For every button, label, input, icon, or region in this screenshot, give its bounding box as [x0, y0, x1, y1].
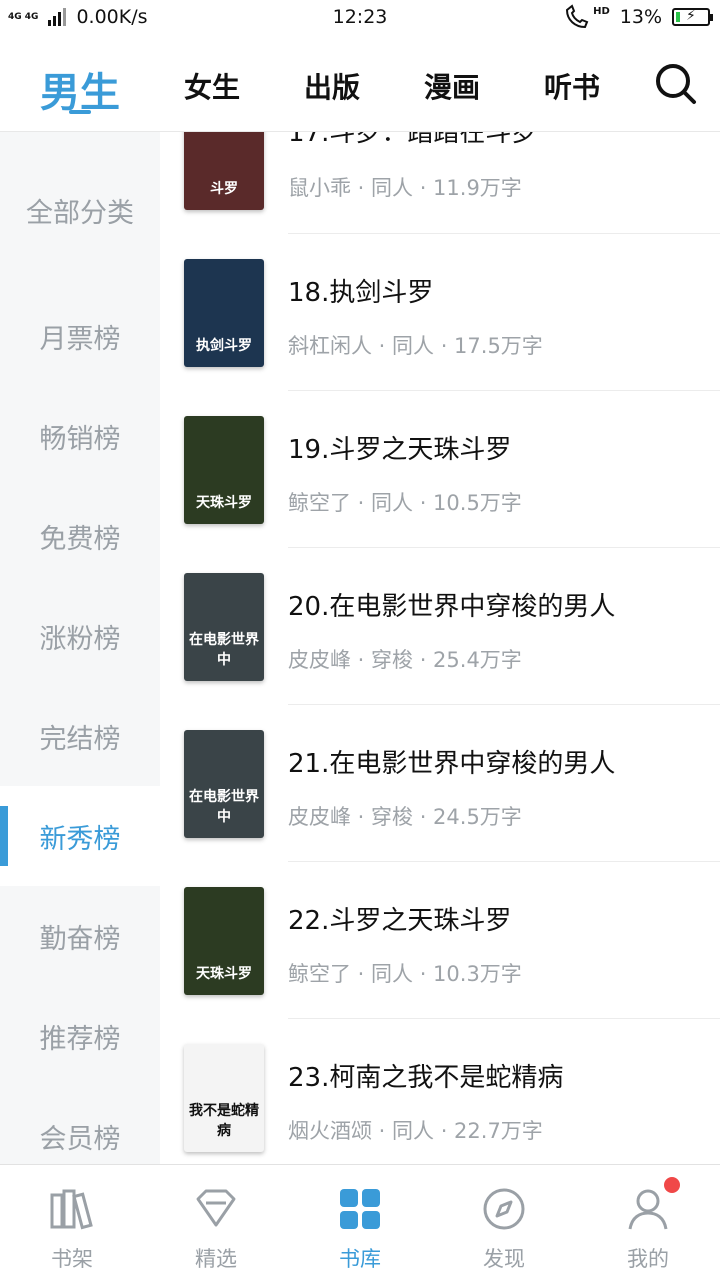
book-meta: 鼠小乖 · 同人 · 11.9万字 [288, 176, 522, 200]
nav-discover[interactable]: 发现 [432, 1165, 576, 1280]
status-bar: 4G 4G 0.00K/s 12:23 HD 13% ⚡ [0, 0, 720, 36]
book-cover: 在电影世界中 [184, 573, 264, 681]
sidebar-item-all-categories[interactable]: 全部分类 [0, 160, 160, 260]
book-title: 22.斗罗之天珠斗罗 [288, 906, 512, 936]
book-cover: 斗罗 [184, 132, 264, 210]
book-title: 20.在电影世界中穿梭的男人 [288, 592, 616, 622]
book-title: 23.柯南之我不是蛇精病 [288, 1063, 564, 1093]
cover-text: 斗罗 [210, 181, 238, 197]
tab-comics[interactable]: 漫画 [424, 66, 480, 106]
grid-icon [340, 1189, 380, 1229]
cover-text: 在电影世界中 [189, 632, 259, 668]
user-icon [628, 1189, 668, 1230]
cover-text: 天珠斗罗 [196, 495, 252, 511]
nav-label: 书库 [339, 1247, 381, 1271]
nav-bookshelf[interactable]: 书架 [0, 1165, 144, 1280]
sidebar-item-fans-growth[interactable]: 涨粉榜 [0, 586, 160, 686]
tab-publish[interactable]: 出版 [304, 66, 360, 106]
active-tab-indicator [69, 110, 91, 114]
sidebar-item-bestseller[interactable]: 畅销榜 [0, 386, 160, 486]
cover-text: 在电影世界中 [189, 789, 259, 825]
ranking-sidebar: 全部分类 月票榜 畅销榜 免费榜 涨粉榜 完结榜 新秀榜 勤奋榜 推荐榜 会员榜 [0, 132, 160, 1164]
top-tab-bar: 男生 女生 出版 漫画 听书 [0, 36, 720, 132]
book-row[interactable]: 执剑斗罗 18.执剑斗罗 斜杠闲人 · 同人 · 17.5万字 [160, 234, 720, 391]
bottom-nav: 书架 精选 书库 发现 我的 [0, 1164, 720, 1280]
book-row[interactable]: 我不是蛇精病 23.柯南之我不是蛇精病 烟火酒颂 · 同人 · 22.7万字 [160, 1019, 720, 1164]
search-icon[interactable] [654, 62, 698, 106]
nav-profile[interactable]: 我的 [576, 1165, 720, 1280]
bookshelf-icon [50, 1189, 93, 1230]
sidebar-item-completed[interactable]: 完结榜 [0, 686, 160, 786]
battery-icon: ⚡ [672, 8, 713, 26]
book-row[interactable]: 在电影世界中 21.在电影世界中穿梭的男人 皮皮峰 · 穿梭 · 24.5万字 [160, 705, 720, 862]
book-meta: 斜杠闲人 · 同人 · 17.5万字 [288, 334, 543, 358]
book-title: 21.在电影世界中穿梭的男人 [288, 749, 616, 779]
book-cover: 天珠斗罗 [184, 887, 264, 995]
book-title: 17.斗罗：踏踏在斗罗 [288, 132, 538, 148]
cover-text: 执剑斗罗 [196, 338, 252, 354]
book-meta: 烟火酒颂 · 同人 · 22.7万字 [288, 1119, 543, 1143]
nav-label: 书架 [51, 1247, 93, 1271]
battery-percent: 13% [619, 6, 662, 28]
nav-label: 精选 [195, 1247, 237, 1271]
compass-icon [483, 1188, 525, 1230]
sidebar-item-member[interactable]: 会员榜 [0, 1086, 160, 1164]
book-cover: 在电影世界中 [184, 730, 264, 838]
cover-text: 我不是蛇精病 [189, 1103, 259, 1139]
book-meta: 鲸空了 · 同人 · 10.3万字 [288, 962, 522, 986]
book-cover: 天珠斗罗 [184, 416, 264, 524]
diamond-icon [196, 1189, 236, 1227]
sidebar-item-diligent[interactable]: 勤奋榜 [0, 886, 160, 986]
book-row[interactable]: 在电影世界中 20.在电影世界中穿梭的男人 皮皮峰 · 穿梭 · 25.4万字 [160, 548, 720, 705]
sidebar-item-monthly-ticket[interactable]: 月票榜 [0, 286, 160, 386]
nav-featured[interactable]: 精选 [144, 1165, 288, 1280]
sidebar-active-marker [0, 806, 8, 866]
hd-badge: HD [593, 5, 610, 17]
hd-call-icon [566, 4, 589, 29]
nav-library[interactable]: 书库 [288, 1165, 432, 1280]
book-list: 斗罗 17.斗罗：踏踏在斗罗 鼠小乖 · 同人 · 11.9万字 执剑斗罗 18… [160, 132, 720, 1164]
sidebar-item-recommended[interactable]: 推荐榜 [0, 986, 160, 1086]
battery-fill [676, 12, 680, 22]
nav-label: 发现 [483, 1247, 525, 1271]
sidebar-item-newcomer[interactable]: 新秀榜 [0, 786, 160, 886]
book-row[interactable]: 斗罗 17.斗罗：踏踏在斗罗 鼠小乖 · 同人 · 11.9万字 [160, 132, 720, 234]
book-meta: 皮皮峰 · 穿梭 · 24.5万字 [288, 805, 522, 829]
cover-text: 天珠斗罗 [196, 966, 252, 982]
book-row[interactable]: 天珠斗罗 19.斗罗之天珠斗罗 鲸空了 · 同人 · 10.5万字 [160, 391, 720, 548]
sidebar-item-free[interactable]: 免费榜 [0, 486, 160, 586]
book-row[interactable]: 天珠斗罗 22.斗罗之天珠斗罗 鲸空了 · 同人 · 10.3万字 [160, 862, 720, 1019]
tab-female[interactable]: 女生 [184, 66, 240, 106]
book-title: 19.斗罗之天珠斗罗 [288, 435, 512, 465]
book-cover: 执剑斗罗 [184, 259, 264, 367]
book-title: 18.执剑斗罗 [288, 278, 434, 308]
book-meta: 鲸空了 · 同人 · 10.5万字 [288, 491, 522, 515]
notification-dot [664, 1177, 680, 1193]
status-right: HD 13% ⚡ [563, 4, 713, 30]
book-meta: 皮皮峰 · 穿梭 · 25.4万字 [288, 648, 522, 672]
book-cover: 我不是蛇精病 [184, 1044, 264, 1152]
nav-label: 我的 [627, 1247, 669, 1271]
tab-audiobooks[interactable]: 听书 [544, 66, 600, 106]
